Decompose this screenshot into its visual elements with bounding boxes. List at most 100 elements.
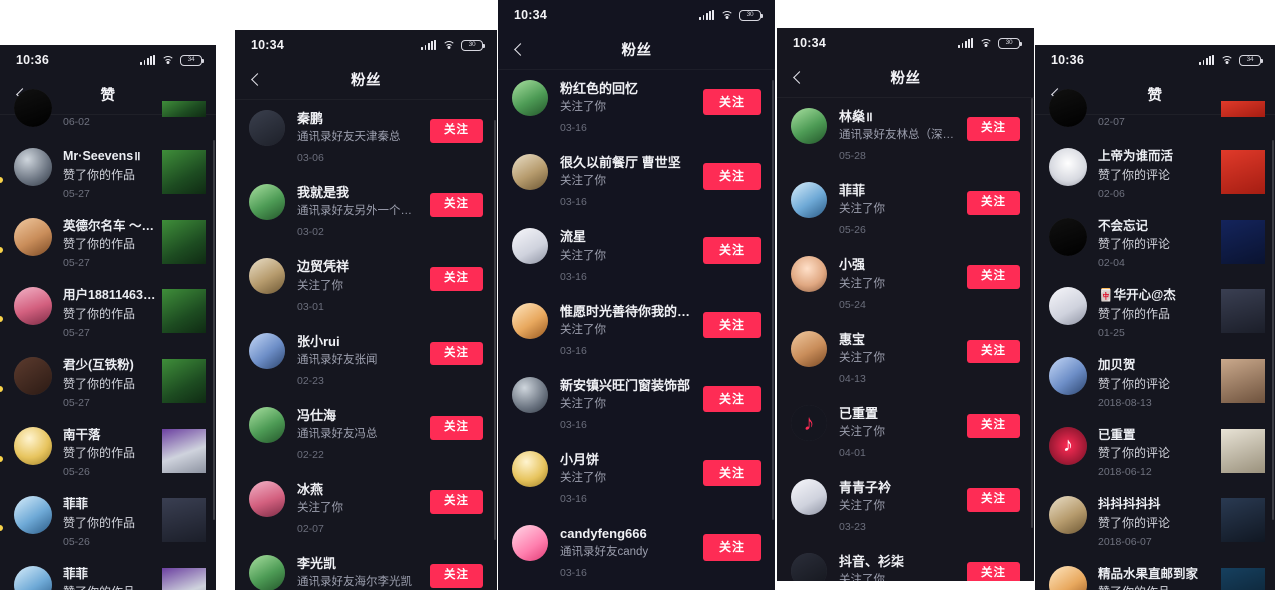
list-item[interactable]: 我就是我 通讯录好友另外一个电话 03-02 关注 (235, 174, 497, 248)
relation-text: 通讯录好友张闻 (297, 353, 378, 366)
item-thumbnail[interactable] (1221, 358, 1265, 403)
list-item[interactable]: 英德尔名车 ～… 赞了你的作品 05-27 (0, 209, 216, 279)
user-name: 流星 (560, 229, 587, 245)
list-item[interactable]: 上帝为谁而活 赞了你的评论 02-06 (1035, 139, 1275, 209)
list-item[interactable]: 冯仕海 通讯录好友冯总 02-22 关注 (235, 397, 497, 471)
list-item[interactable]: 流星 关注了你 03-16 关注 (498, 218, 775, 292)
follow-button[interactable]: 关注 (967, 117, 1020, 141)
list-item[interactable]: 秦鹏 通讯录好友天津秦总 03-06 关注 (235, 100, 497, 174)
follow-button[interactable]: 关注 (430, 193, 483, 217)
follow-button[interactable]: 关注 (702, 163, 761, 190)
item-thumbnail[interactable] (162, 289, 206, 334)
follow-button[interactable]: 关注 (967, 265, 1020, 290)
chevron-left-icon (514, 43, 527, 56)
follow-button[interactable]: 关注 (430, 489, 483, 514)
list-item[interactable]: 边贸凭祥 关注了你 03-01 关注 (235, 248, 497, 322)
list-item[interactable]: 青青子衿 关注了你 03-23 关注 (777, 469, 1034, 543)
list-item[interactable]: candyfeng666 通讯录好友candy 03-16 关注 (498, 515, 775, 589)
list-item[interactable]: 君少(互铁粉) 赞了你的作品 05-27 (0, 348, 216, 418)
avatar-image (512, 302, 548, 339)
item-thumbnail[interactable] (162, 101, 206, 117)
list-item[interactable]: 惠宝 关注了你 04-13 关注 (777, 321, 1034, 395)
list-item-body: 惠宝 关注了你 04-13 (827, 331, 959, 385)
follow-button[interactable]: 关注 (430, 341, 483, 366)
list-item[interactable]: 粉红色的回忆 关注了你 03-16 关注 (498, 70, 775, 144)
back-button[interactable] (235, 60, 277, 100)
item-thumbnail[interactable] (162, 358, 206, 403)
phone-screen-fans-3: 10:34 30 粉丝 粉红色的回忆 关注了你 03-16 关注 很久以前餐厅 曹世坚 关注了你… (498, 0, 775, 590)
list-item[interactable]: Mr·Seevens॥ 赞了你的作品 05-27 (0, 139, 216, 209)
list-item[interactable]: 很久以前餐厅 曹世坚 关注了你 03-16 关注 (498, 144, 775, 218)
scrollbar[interactable] (772, 80, 774, 520)
follow-button[interactable]: 关注 (967, 191, 1020, 215)
list-item[interactable]: 菲菲 关注了你 05-26 关注 (777, 172, 1034, 246)
list-item[interactable]: 精品水果直邮到家赞了你的作品2018-06-03 (1035, 557, 1275, 590)
list-item[interactable]: 惟愿时光善待你我的青春 关注了你 03-16 关注 (498, 293, 775, 367)
item-thumbnail[interactable] (162, 219, 206, 264)
item-thumbnail[interactable] (1221, 498, 1265, 543)
item-thumbnail[interactable] (1221, 219, 1265, 264)
scrollbar[interactable] (213, 140, 215, 520)
list-item[interactable]: 不会忘记 赞了你的评论 02-04 (1035, 209, 1275, 279)
list-item[interactable]: 抖音、衫柒关注了你03-17关注 (777, 543, 1034, 581)
list-item[interactable]: 林燊॥ 通讯录好友林总（深圳工商办理） 05-28 关注 (777, 98, 1034, 172)
relation-text: 关注了你 (560, 175, 606, 188)
list-item[interactable]: 小强 关注了你 05-24 关注 (777, 246, 1034, 320)
follow-button[interactable]: 关注 (967, 487, 1020, 512)
list-item[interactable]: 李光凯通讯录好友海尔李光凯02-04关注 (235, 545, 497, 590)
list-item[interactable]: 菲菲赞了你的作品05-26 (0, 487, 216, 557)
list-item[interactable]: 加贝贺 赞了你的评论 2018-08-13 (1035, 348, 1275, 418)
follow-button[interactable]: 关注 (430, 267, 483, 292)
list-item-partial[interactable]: 02-07 (1035, 89, 1275, 139)
item-date: 06-02 (63, 116, 90, 128)
follow-button[interactable]: 关注 (702, 385, 761, 413)
follow-button[interactable]: 关注 (702, 534, 761, 561)
scrollbar[interactable] (1272, 140, 1274, 520)
list-item[interactable]: ♪ 已重置 关注了你 04-01 关注 (777, 395, 1034, 469)
follow-button[interactable]: 关注 (967, 562, 1020, 581)
action-text: 赞了你的作品 (1098, 306, 1171, 321)
item-thumbnail[interactable] (162, 567, 206, 590)
scrollbar[interactable] (494, 120, 496, 540)
item-thumbnail[interactable] (162, 498, 206, 543)
item-thumbnail[interactable] (1221, 289, 1265, 334)
thumbnail-image (1221, 289, 1265, 334)
list-item[interactable]: 抖抖抖抖抖 赞了你的评论 2018-06-07 (1035, 487, 1275, 557)
list-item[interactable]: 南干落 赞了你的作品 05-26 (0, 418, 216, 488)
follow-button[interactable]: 关注 (967, 339, 1020, 364)
list-item-partial[interactable]: 06-02 (0, 89, 216, 139)
list-item[interactable]: 冰燕 关注了你 02-07 关注 (235, 471, 497, 545)
follow-button[interactable]: 关注 (702, 459, 761, 487)
follow-button[interactable]: 关注 (430, 119, 483, 143)
follow-button[interactable]: 关注 (430, 415, 483, 440)
follow-button[interactable]: 关注 (702, 237, 761, 264)
item-thumbnail[interactable] (162, 150, 206, 194)
item-thumbnail[interactable] (1221, 428, 1265, 473)
item-date: 03-23 (839, 521, 866, 534)
follow-button[interactable]: 关注 (702, 311, 761, 338)
item-thumbnail[interactable] (1221, 567, 1265, 590)
list-item-body: 南干落 赞了你的作品 05-26 (52, 427, 156, 479)
avatar (14, 287, 52, 326)
list-item[interactable]: 用户18811463377… 赞了你的作品 05-27 (0, 278, 216, 348)
back-button[interactable] (498, 30, 540, 70)
list-item[interactable]: 张小rui 通讯录好友张闻 02-23 关注 (235, 323, 497, 397)
follow-button[interactable]: 关注 (967, 413, 1020, 438)
wifi-icon (161, 55, 174, 65)
battery-level: 30 (468, 40, 476, 48)
list-item[interactable]: 菲菲赞了你的作品05-26 (0, 557, 216, 590)
list-item[interactable]: 🀄华开心@杰 赞了你的作品 01-25 (1035, 278, 1275, 348)
avatar-image (791, 182, 827, 219)
item-thumbnail[interactable] (162, 428, 206, 473)
list-item[interactable]: 新安镇兴旺门窗装饰部 关注了你 03-16 关注 (498, 367, 775, 441)
item-thumbnail[interactable] (1221, 150, 1265, 194)
follow-button[interactable]: 关注 (430, 564, 483, 588)
list-item[interactable]: ♪ 已重置 赞了你的评论 2018-06-12 (1035, 418, 1275, 488)
follow-button[interactable]: 关注 (702, 89, 761, 116)
list-item[interactable]: 小月饼 关注了你 03-16 关注 (498, 441, 775, 515)
phone-screen-fans-4: 10:3430粉丝林燊॥通讯录好友林总（深圳工商办理）05-28关注菲菲关注了你… (777, 28, 1034, 581)
relation-text: 关注了你 (839, 351, 885, 364)
back-button[interactable] (777, 58, 819, 98)
item-thumbnail[interactable] (1221, 101, 1265, 117)
scrollbar[interactable] (1031, 98, 1033, 528)
